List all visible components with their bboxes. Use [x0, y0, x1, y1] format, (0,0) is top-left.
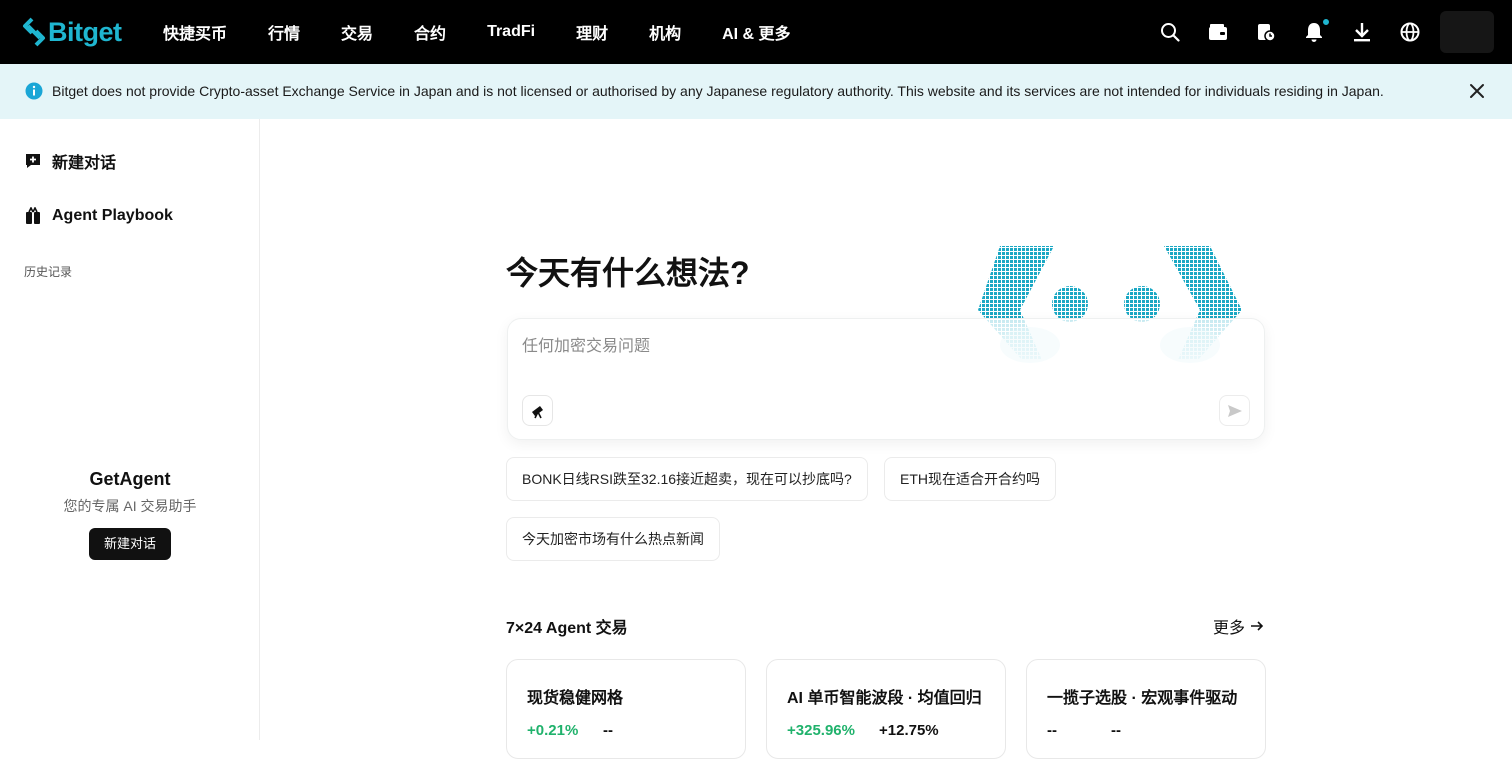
- empty-title: GetAgent: [89, 469, 171, 489]
- card-return: +325.96%: [787, 722, 855, 739]
- card-secondary-metric: --: [1111, 722, 1121, 739]
- nav-quick-buy[interactable]: 快捷买币: [163, 20, 227, 44]
- send-icon: [1227, 404, 1242, 417]
- new-chat-button[interactable]: 新建对话: [24, 149, 116, 173]
- close-icon[interactable]: [1468, 82, 1486, 100]
- playbook-icon: [24, 207, 42, 225]
- telescope-tool-button[interactable]: [522, 395, 553, 426]
- sidebar: 新建对话 Agent Playbook 历史记录 GetAgent 您的专属 A…: [0, 119, 260, 740]
- prompt-box: [507, 318, 1265, 440]
- bitget-logo-icon: [23, 17, 45, 47]
- card-title: 现货稳健网格: [527, 690, 624, 707]
- strategy-card[interactable]: 一揽子选股 · 宏观事件驱动 -- --: [1026, 659, 1266, 759]
- suggestion-chip[interactable]: BONK日线RSI跌至32.16接近超卖，现在可以抄底吗?: [506, 457, 868, 501]
- empty-subtitle: 您的专属 AI 交易助手: [63, 498, 197, 514]
- main-nav: 快捷买币 行情 交易 合约 TradFi 理财 机构 AI & 更多: [163, 0, 832, 64]
- card-return: --: [1047, 722, 1057, 739]
- card-return: +0.21%: [527, 722, 579, 739]
- history-heading: 历史记录: [24, 265, 73, 279]
- nav-markets[interactable]: 行情: [268, 20, 300, 44]
- nav-institutional[interactable]: 机构: [649, 20, 681, 44]
- suggestion-chip[interactable]: 今天加密市场有什么热点新闻: [506, 517, 720, 561]
- bell-icon[interactable]: [1302, 18, 1330, 44]
- telescope-icon: [531, 405, 543, 418]
- notice-text: Bitget does not provide Crypto-asset Exc…: [52, 83, 1384, 99]
- brand-name: Bitget: [48, 16, 122, 47]
- strategy-card[interactable]: 现货稳健网格 +0.21% --: [506, 659, 746, 759]
- search-icon[interactable]: [1158, 20, 1182, 44]
- top-navbar: Bitget 快捷买币 行情 交易 合约 TradFi 理财 机构 AI & 更…: [0, 0, 1512, 64]
- orders-icon[interactable]: [1254, 20, 1278, 44]
- new-chat-label: 新建对话: [52, 155, 117, 172]
- agent-playbook-button[interactable]: Agent Playbook: [24, 207, 173, 225]
- more-label: 更多: [1213, 620, 1246, 637]
- notification-dot: [1322, 18, 1330, 26]
- empty-history-state: GetAgent 您的专属 AI 交易助手 新建对话: [0, 469, 260, 560]
- nav-futures[interactable]: 合约: [414, 20, 446, 44]
- nav-tradfi[interactable]: TradFi: [487, 23, 535, 41]
- brand-logo[interactable]: Bitget: [22, 14, 122, 50]
- info-icon: [25, 82, 43, 100]
- card-secondary-metric: +12.75%: [879, 722, 939, 739]
- card-title: AI 单币智能波段 · 均值回归: [787, 690, 982, 707]
- nav-trade[interactable]: 交易: [341, 20, 373, 44]
- arrow-right-icon: [1251, 621, 1264, 631]
- nav-earn[interactable]: 理财: [576, 20, 608, 44]
- playbook-label: Agent Playbook: [52, 207, 173, 224]
- globe-icon[interactable]: [1398, 20, 1422, 44]
- prompt-input[interactable]: [522, 333, 1222, 361]
- suggestion-chip[interactable]: ETH现在适合开合约吗: [884, 457, 1056, 501]
- strategy-card[interactable]: AI 单币智能波段 · 均值回归 +325.96% +12.75%: [766, 659, 1006, 759]
- more-link[interactable]: 更多: [1213, 614, 1265, 638]
- download-icon[interactable]: [1350, 20, 1374, 44]
- card-secondary-metric: --: [603, 722, 613, 739]
- send-button[interactable]: [1219, 395, 1250, 426]
- wallet-icon[interactable]: [1206, 20, 1230, 44]
- account-avatar[interactable]: [1440, 11, 1494, 53]
- page-headline: 今天有什么想法?: [506, 255, 750, 291]
- empty-new-chat-button[interactable]: 新建对话: [88, 528, 171, 560]
- new-chat-icon: [24, 152, 42, 170]
- card-title: 一揽子选股 · 宏观事件驱动: [1047, 690, 1238, 707]
- nav-ai-more[interactable]: AI & 更多: [722, 20, 790, 44]
- agent-trading-section-title: 7×24 Agent 交易: [506, 620, 628, 637]
- header-actions: [1134, 0, 1494, 64]
- region-notice-banner: Bitget does not provide Crypto-asset Exc…: [0, 64, 1512, 119]
